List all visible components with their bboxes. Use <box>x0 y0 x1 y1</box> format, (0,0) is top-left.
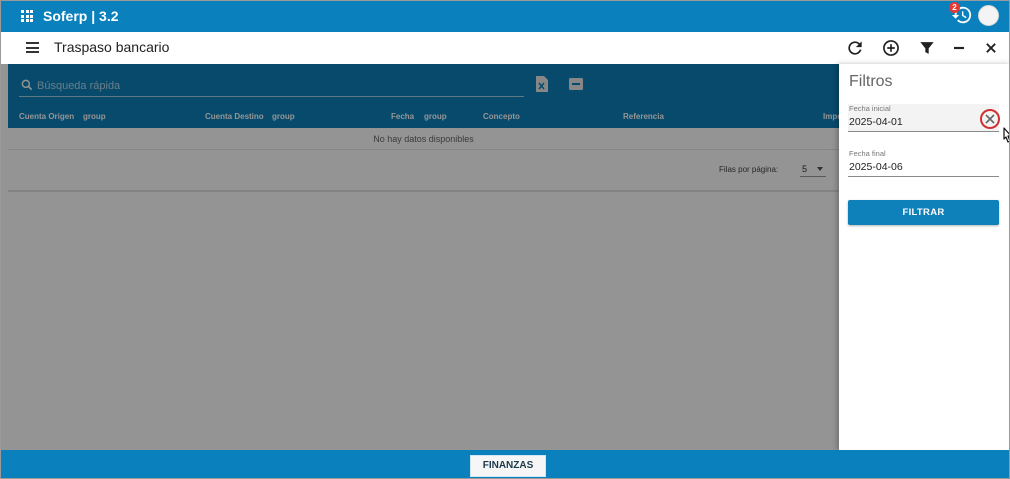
apply-filter-button[interactable]: FILTRAR <box>848 200 999 225</box>
end-date-input[interactable] <box>849 160 974 174</box>
apps-grid-icon[interactable] <box>21 10 33 22</box>
mouse-cursor-icon <box>1003 127 1009 143</box>
avatar[interactable] <box>978 5 999 26</box>
app-window: Soferp | 3.2 2 Traspaso bancario Búsqued… <box>0 0 1010 479</box>
page-toolbar: Traspaso bancario <box>1 32 1009 64</box>
start-date-label: Fecha inicial <box>849 104 891 113</box>
notification-badge: 2 <box>949 2 960 13</box>
filter-icon[interactable] <box>917 38 937 58</box>
start-date-field[interactable]: Fecha inicial <box>848 104 1009 143</box>
bottom-bar: FINANZAS <box>1 450 1009 478</box>
end-date-field[interactable]: Fecha final <box>848 149 999 177</box>
end-date-label: Fecha final <box>849 149 886 158</box>
drawer-title: Filtros <box>849 73 893 90</box>
start-date-input[interactable] <box>849 115 974 129</box>
module-button[interactable]: FINANZAS <box>470 455 546 477</box>
filter-drawer: Filtros Fecha inicial Fecha final FILTRA… <box>839 64 1009 450</box>
refresh-icon[interactable] <box>845 38 865 58</box>
app-bar: Soferp | 3.2 2 <box>1 1 1009 32</box>
clear-icon <box>985 114 995 124</box>
add-circle-icon[interactable] <box>881 38 901 58</box>
app-title: Soferp | 3.2 <box>43 8 119 24</box>
clear-button[interactable] <box>980 109 1000 129</box>
page-title: Traspaso bancario <box>54 39 170 55</box>
close-icon[interactable] <box>981 38 1001 58</box>
modal-overlay[interactable] <box>1 64 839 450</box>
menu-icon[interactable] <box>26 42 39 53</box>
minimize-icon[interactable] <box>949 38 969 58</box>
